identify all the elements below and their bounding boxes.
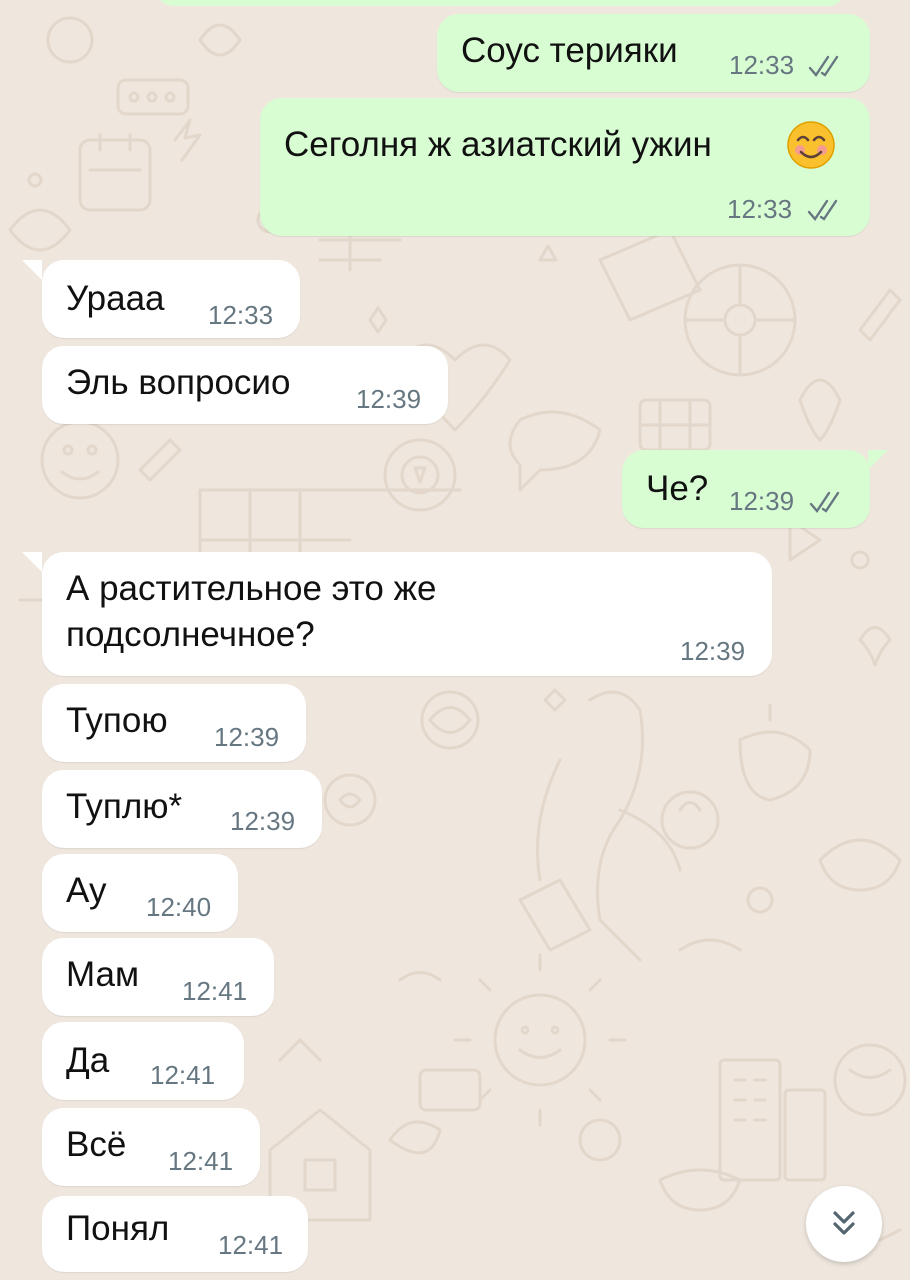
incoming-message-bubble[interactable]: Всё 12:41 xyxy=(42,1108,260,1186)
message-timestamp: 12:39 xyxy=(680,636,746,666)
double-check-icon xyxy=(807,199,838,221)
message-text-line-1: А растительное это же xyxy=(66,569,437,608)
message-timestamp: 12:41 xyxy=(218,1230,284,1260)
message-timestamp: 12:33 xyxy=(208,300,274,330)
incoming-bubble-tail xyxy=(22,260,42,280)
message-timestamp: 12:41 xyxy=(150,1060,216,1090)
message-timestamp: 12:33 xyxy=(727,194,793,224)
message-text: Че? xyxy=(646,469,709,508)
message-timestamp: 12:39 xyxy=(230,806,296,836)
message-text: Сеголня ж азиатский ужин xyxy=(284,125,712,164)
incoming-message-bubble[interactable]: Да 12:41 xyxy=(42,1022,244,1100)
message-text: Урааа xyxy=(66,279,165,318)
message-text: Понял xyxy=(66,1209,170,1248)
message-timestamp: 12:39 xyxy=(729,486,795,516)
incoming-message-bubble[interactable]: Эль вопросио 12:39 xyxy=(42,346,448,424)
incoming-message-bubble[interactable]: А растительное это же подсолнечное? 12:3… xyxy=(42,552,772,676)
outgoing-message-bubble[interactable]: Соус терияки 12:33 xyxy=(437,14,870,92)
message-text: Эль вопросио xyxy=(66,363,291,402)
outgoing-message-bubble[interactable]: Сеголня ж азиатский ужин 12:33 xyxy=(260,98,870,236)
double-chevron-down-icon xyxy=(833,1211,855,1235)
incoming-message-bubble[interactable]: Понял 12:41 xyxy=(42,1196,308,1272)
message-text: Ау xyxy=(66,871,107,910)
message-text: Мам xyxy=(66,955,140,994)
message-timestamp: 12:39 xyxy=(214,722,280,752)
message-text-line-2: подсолнечное? xyxy=(66,615,315,654)
double-check-icon xyxy=(808,55,839,77)
message-text: Да xyxy=(66,1041,110,1080)
message-text: Туплю* xyxy=(66,787,183,826)
outgoing-bubble-tail xyxy=(868,450,888,470)
previous-message-bubble-edge xyxy=(156,0,846,6)
scroll-to-bottom-button[interactable] xyxy=(806,1186,882,1262)
incoming-message-bubble[interactable]: Туплю* 12:39 xyxy=(42,770,322,848)
chat-message-list[interactable]: Соус терияки 12:33 Сеголня ж азиатский у… xyxy=(0,0,910,1280)
incoming-message-bubble[interactable]: Тупою 12:39 xyxy=(42,684,306,762)
outgoing-message-bubble[interactable]: Че? 12:39 xyxy=(622,450,870,528)
incoming-message-bubble[interactable]: Ау 12:40 xyxy=(42,854,238,932)
incoming-bubble-tail xyxy=(22,552,42,572)
incoming-message-bubble[interactable]: Мам 12:41 xyxy=(42,938,274,1016)
message-timestamp: 12:33 xyxy=(729,50,795,80)
message-timestamp: 12:40 xyxy=(146,892,212,922)
message-text: Тупою xyxy=(66,701,168,740)
smiling-face-emoji-icon xyxy=(787,121,835,169)
message-text: Соус терияки xyxy=(461,31,678,70)
double-check-icon xyxy=(809,491,840,513)
message-timestamp: 12:41 xyxy=(168,1146,234,1176)
message-text: Всё xyxy=(66,1125,127,1164)
incoming-message-bubble[interactable]: Урааа 12:33 xyxy=(42,260,300,338)
message-timestamp: 12:41 xyxy=(182,976,248,1006)
message-timestamp: 12:39 xyxy=(356,384,422,414)
